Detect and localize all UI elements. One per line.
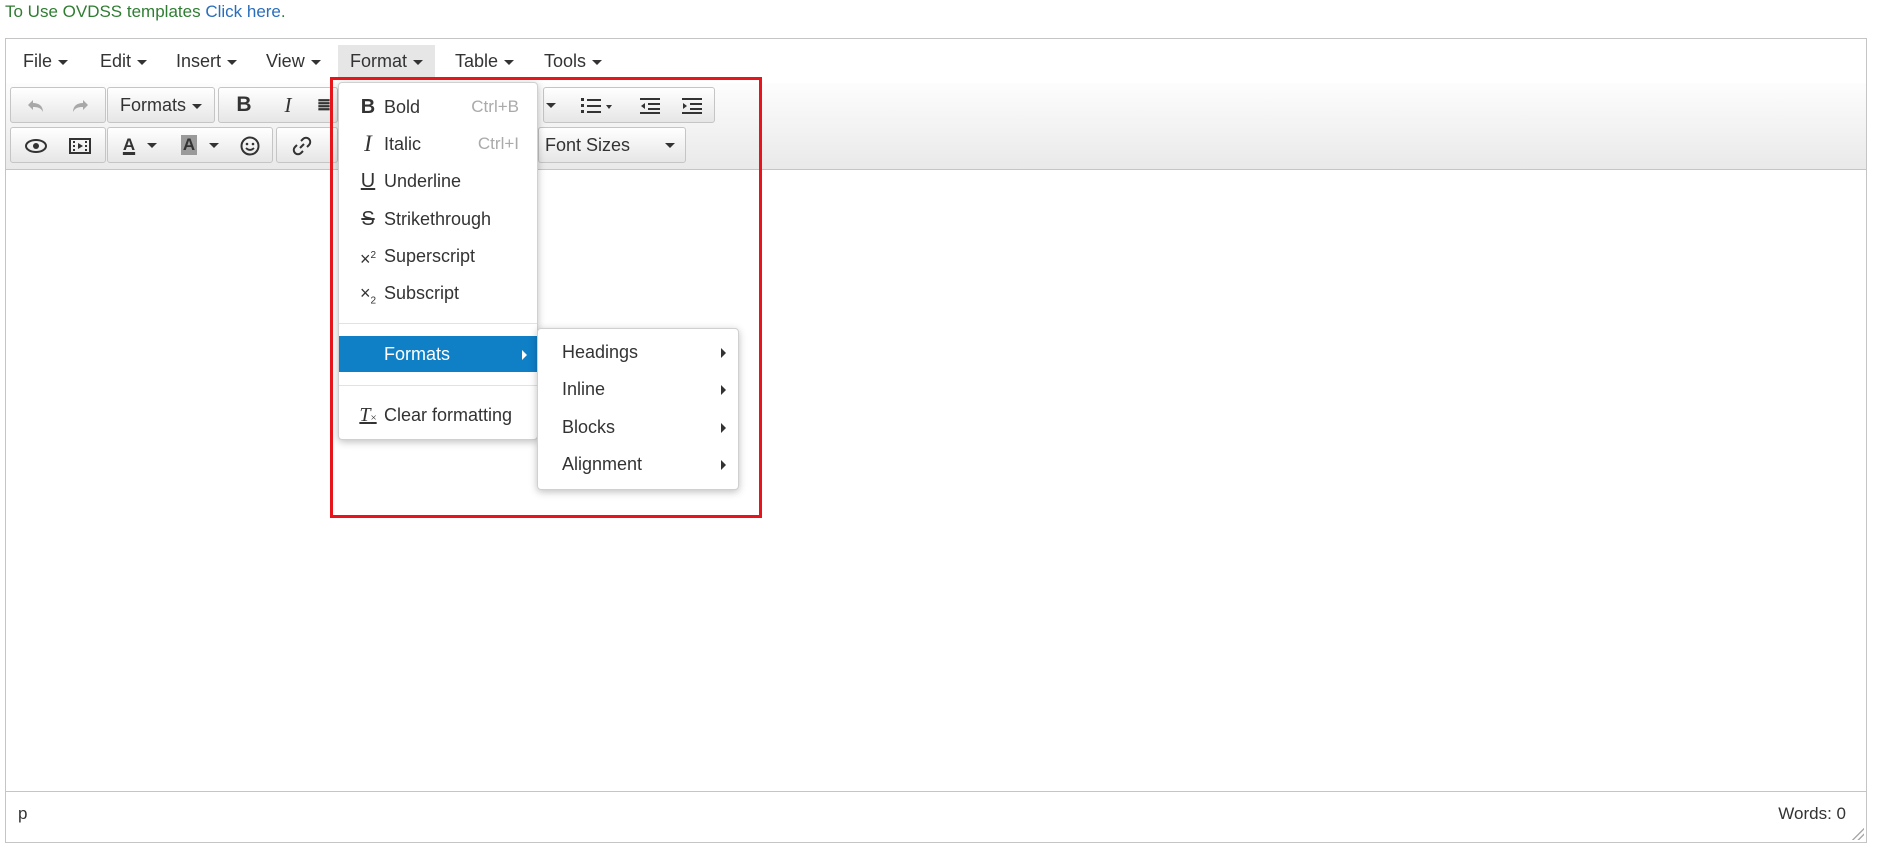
format-subscript-item[interactable]: ×2 Subscript — [339, 275, 537, 311]
caret-down-icon — [592, 59, 603, 65]
undo-redo-group — [10, 87, 106, 123]
format-bold-item[interactable]: B Bold Ctrl+B — [339, 89, 537, 125]
caret-down-icon — [209, 143, 220, 149]
link-icon — [292, 136, 312, 155]
menu-table[interactable]: Table — [443, 45, 526, 77]
font-sizes-group: Font Sizes — [538, 127, 686, 163]
menu-edit[interactable]: Edit — [88, 45, 159, 77]
outdent-button[interactable] — [630, 88, 670, 122]
italic-icon: I — [364, 131, 372, 156]
bullet-list-dropdown[interactable] — [544, 88, 558, 122]
submenu-alignment[interactable]: Alignment — [538, 446, 738, 482]
undo-button[interactable] — [15, 88, 57, 122]
caret-down-icon — [665, 143, 675, 148]
redo-icon — [73, 99, 88, 112]
format-menu: B Bold Ctrl+B I Italic Ctrl+I U Underlin… — [338, 82, 538, 440]
strikethrough-icon: S — [361, 208, 375, 230]
caret-down-icon — [413, 59, 424, 65]
submenu-headings[interactable]: Headings — [538, 334, 738, 370]
indent-icon — [682, 97, 702, 114]
outdent-icon — [640, 97, 660, 114]
background-color-icon: A — [180, 135, 198, 155]
resize-handle-icon[interactable] — [1852, 828, 1864, 840]
menu-separator — [339, 323, 537, 324]
click-here-link[interactable]: Click here — [205, 2, 281, 21]
numbered-list-icon — [581, 97, 612, 113]
formats-submenu: Headings Inline Blocks Alignment — [537, 328, 739, 490]
superscript-icon: ×2 — [359, 249, 377, 269]
caret-down-icon — [58, 59, 69, 65]
caret-down-icon — [227, 59, 238, 65]
film-icon — [69, 137, 91, 154]
italic-icon: I — [284, 93, 292, 117]
menu-tools[interactable]: Tools — [532, 45, 614, 77]
subscript-icon: ×2 — [359, 283, 377, 307]
menu-file[interactable]: File — [11, 45, 80, 77]
caret-down-icon — [546, 103, 556, 109]
background-color-button[interactable]: A — [172, 128, 228, 162]
format-underline-item[interactable]: U Underline — [339, 163, 537, 199]
format-strikethrough-item[interactable]: S Strikethrough — [339, 201, 537, 237]
preview-media-group — [10, 127, 106, 163]
bold-button[interactable]: B — [223, 88, 265, 122]
caret-down-icon — [310, 59, 321, 65]
color-emoji-group: A A — [107, 127, 273, 163]
eye-icon — [25, 138, 47, 153]
align-left-button[interactable]: ≣ — [311, 88, 337, 122]
format-superscript-item[interactable]: ×2 Superscript — [339, 238, 537, 274]
menu-separator — [339, 385, 537, 386]
clear-formatting-icon: T× — [359, 404, 377, 426]
text-style-group: B I ≣ — [218, 87, 338, 123]
caret-down-icon — [147, 143, 158, 149]
bold-icon: B — [236, 93, 252, 116]
smiley-icon — [240, 136, 260, 156]
element-path[interactable]: p — [18, 804, 27, 824]
align-left-icon: ≣ — [316, 95, 332, 114]
link-group — [276, 127, 338, 163]
menubar: File Edit Insert View Format Table Tools — [6, 39, 1866, 84]
statusbar: p Words: 0 — [6, 791, 1866, 842]
undo-icon — [28, 99, 43, 112]
emoticons-button[interactable] — [230, 128, 270, 162]
submenu-blocks[interactable]: Blocks — [538, 409, 738, 445]
submenu-arrow-icon — [522, 350, 527, 360]
submenu-arrow-icon — [721, 460, 726, 470]
editor-content-area[interactable] — [6, 170, 1866, 792]
indent-button[interactable] — [672, 88, 712, 122]
numbered-list-button[interactable] — [574, 88, 618, 122]
format-formats-item[interactable]: Formats — [339, 336, 537, 372]
rich-text-editor: File Edit Insert View Format Table Tools… — [5, 38, 1867, 843]
formats-dropdown[interactable]: Formats — [108, 88, 214, 122]
menu-view[interactable]: View — [254, 45, 333, 77]
media-button[interactable] — [59, 128, 101, 162]
template-notice: To Use OVDSS templates Click here. — [5, 2, 286, 21]
format-clear-formatting-item[interactable]: T× Clear formatting — [339, 397, 537, 433]
text-color-icon: A — [122, 135, 136, 154]
font-sizes-dropdown[interactable]: Font Sizes — [545, 128, 683, 162]
caret-down-icon — [504, 59, 515, 65]
text-color-button[interactable]: A — [112, 128, 168, 162]
word-count: Words: 0 — [1778, 804, 1846, 823]
underline-icon: U — [360, 170, 376, 192]
caret-down-icon — [192, 103, 202, 109]
submenu-inline[interactable]: Inline — [538, 371, 738, 407]
list-indent-group — [543, 87, 715, 123]
menu-format[interactable]: Format — [338, 45, 436, 77]
bold-icon: B — [360, 96, 376, 118]
toolbar: Formats B I ≣ A A Font Sizes — [6, 83, 1866, 170]
submenu-arrow-icon — [721, 348, 726, 358]
submenu-arrow-icon — [721, 385, 726, 395]
format-italic-item[interactable]: I Italic Ctrl+I — [339, 126, 537, 162]
submenu-arrow-icon — [721, 423, 726, 433]
redo-button[interactable] — [59, 88, 101, 122]
italic-button[interactable]: I — [267, 88, 309, 122]
preview-button[interactable] — [15, 128, 57, 162]
menu-insert[interactable]: Insert — [164, 45, 249, 77]
link-button[interactable] — [281, 128, 323, 162]
caret-down-icon — [137, 59, 148, 65]
formats-dropdown-group: Formats — [107, 87, 215, 123]
